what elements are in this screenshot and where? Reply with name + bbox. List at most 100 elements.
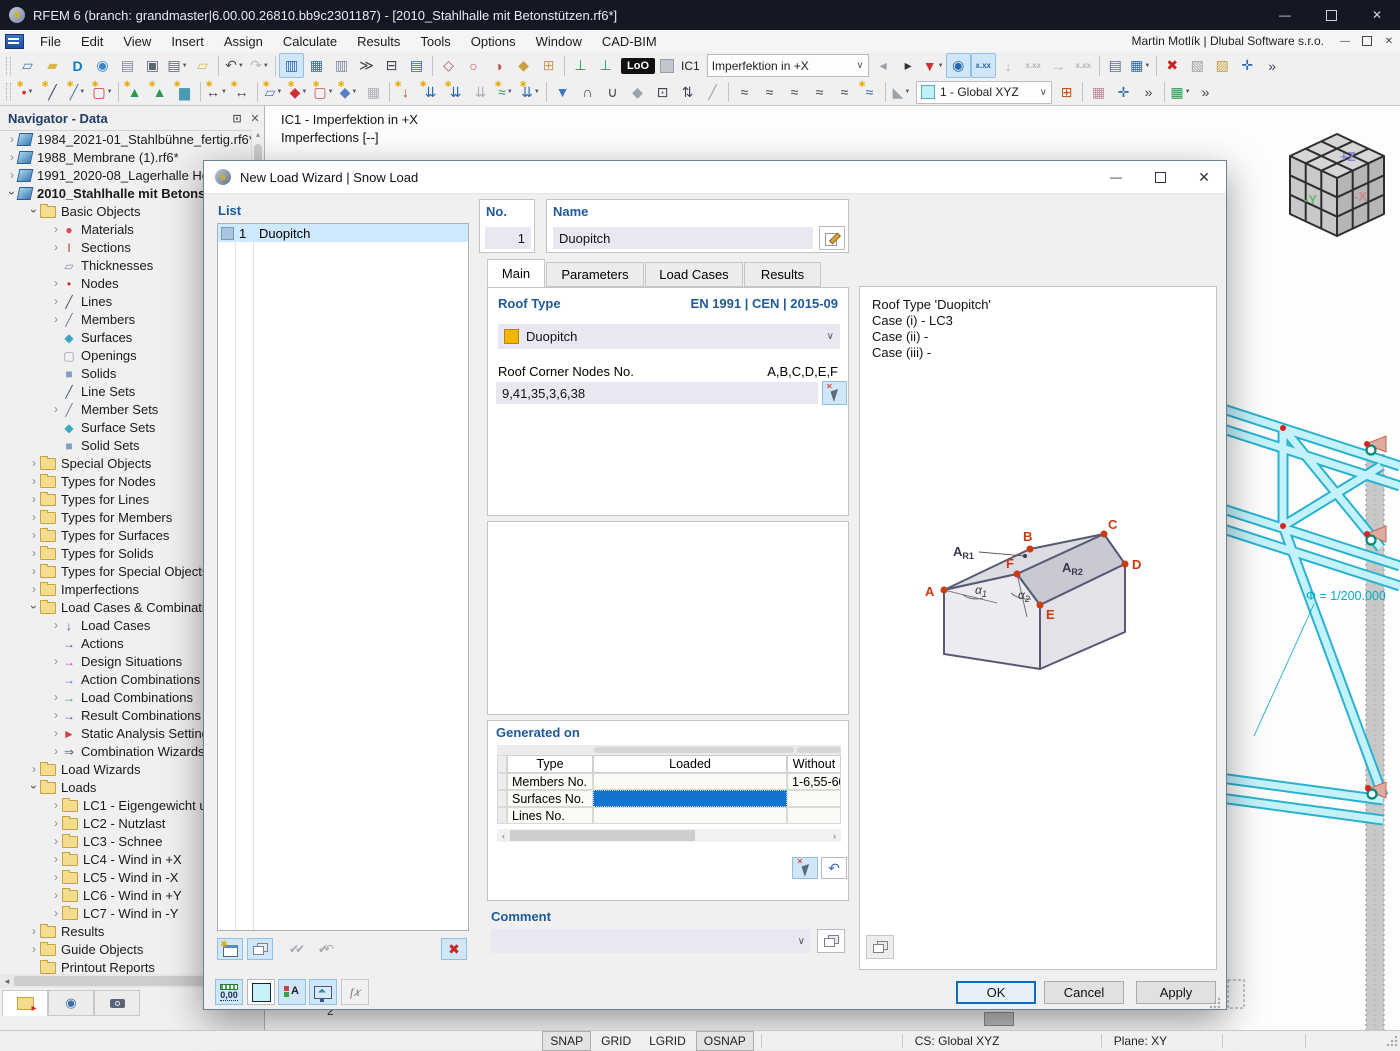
- tab-visibility-navigator[interactable]: [94, 990, 140, 1016]
- expander-icon[interactable]: ›: [50, 906, 62, 920]
- new-dimension-xx-icon[interactable]: ∗ ↔: [229, 79, 254, 105]
- expander-icon[interactable]: ›: [28, 492, 40, 506]
- expander-icon[interactable]: ›: [50, 294, 62, 308]
- table-results-icon[interactable]: ▤: [404, 53, 429, 78]
- edit-circle-icon[interactable]: ○: [461, 53, 486, 78]
- table-compact-icon[interactable]: ▥: [329, 53, 354, 78]
- new-line-icon[interactable]: ∗ ╱: [40, 79, 65, 105]
- menu-item-window[interactable]: Window: [526, 31, 592, 52]
- expander-icon[interactable]: ›: [28, 456, 40, 470]
- view-iso-icon[interactable]: ▧: [1185, 53, 1210, 78]
- imperfection-combo[interactable]: Imperfektion in +X ∨: [706, 54, 869, 77]
- diagram-5-icon[interactable]: ≈: [832, 80, 857, 105]
- cable-view-icon[interactable]: ∪: [600, 80, 625, 105]
- app-menu-icon[interactable]: [5, 33, 24, 49]
- expander-icon[interactable]: ›: [28, 762, 40, 776]
- console-icon[interactable]: ≫: [354, 53, 379, 78]
- expander-icon[interactable]: ›: [50, 222, 62, 236]
- expander-icon[interactable]: ›: [28, 546, 40, 560]
- new-imperfection-icon[interactable]: ∗ ≈ ▼: [493, 79, 518, 105]
- table-col-header-type[interactable]: Type: [507, 755, 593, 773]
- new-nodal-support-icon[interactable]: ∗ ▲: [122, 79, 147, 105]
- table-cell-without-2[interactable]: [787, 807, 841, 824]
- expander-icon[interactable]: ›: [27, 601, 41, 613]
- edit-surface-icon[interactable]: ◆: [511, 53, 536, 78]
- ok-button[interactable]: OK: [956, 981, 1036, 1004]
- roof-type-dropdown[interactable]: Duopitch ∨: [498, 324, 840, 349]
- diagram-3-icon[interactable]: ≈: [782, 80, 807, 105]
- show-load-values-icon[interactable]: x.xx: [970, 53, 996, 78]
- expander-icon[interactable]: ›: [50, 312, 62, 326]
- list-copy-button[interactable]: [247, 938, 273, 960]
- list-uncheck-button[interactable]: ✔↶: [311, 938, 337, 960]
- close-icon[interactable]: ✕: [1354, 0, 1400, 30]
- menu-item-edit[interactable]: Edit: [71, 31, 113, 52]
- menu-item-results[interactable]: Results: [347, 31, 410, 52]
- dialog-tab-parameters[interactable]: Parameters: [546, 262, 644, 287]
- next-case-icon[interactable]: ▸: [896, 53, 921, 78]
- table-col-header-without[interactable]: Without: [787, 755, 841, 773]
- dialog-tab-results[interactable]: Results: [744, 262, 821, 287]
- new-node-mesh-icon[interactable]: ∗ ◆ ▼: [286, 79, 311, 105]
- expander-icon[interactable]: ›: [28, 564, 40, 578]
- navigator-close-icon[interactable]: ✕: [246, 112, 264, 125]
- new-line-load-icon[interactable]: ∗ ⇊: [443, 79, 468, 105]
- expander-icon[interactable]: ›: [50, 744, 62, 758]
- project-manager-icon[interactable]: ▤: [115, 53, 140, 78]
- list-check-all-button[interactable]: ✔✔: [282, 938, 308, 960]
- restore-icon[interactable]: [1308, 0, 1354, 30]
- menu-item-insert[interactable]: Insert: [161, 31, 214, 52]
- overflow-3-icon[interactable]: »: [1193, 80, 1218, 105]
- dialog-minimize-icon[interactable]: —: [1094, 162, 1138, 193]
- surface-view-icon[interactable]: ◆: [625, 80, 650, 105]
- show-loads-icon[interactable]: ◉: [945, 53, 971, 78]
- expander-icon[interactable]: ›: [27, 781, 41, 793]
- table-navigator-icon[interactable]: ▥: [279, 53, 304, 78]
- preview-settings-button[interactable]: [866, 935, 894, 959]
- status-toggle-grid[interactable]: GRID: [593, 1031, 639, 1051]
- prev-case-icon[interactable]: ◂: [871, 53, 896, 78]
- expander-icon[interactable]: ›: [50, 888, 62, 902]
- new-node-icon[interactable]: ∗ • ▼: [15, 79, 40, 105]
- table-col-header-loaded[interactable]: Loaded: [593, 755, 787, 773]
- expander-icon[interactable]: ›: [50, 276, 62, 290]
- new-member-icon[interactable]: ∗ ╱ ▼: [65, 79, 90, 105]
- panel-icon[interactable]: ▦ ▼: [1168, 80, 1193, 105]
- new-dimension-icon[interactable]: ∗ ↔ ▼: [204, 79, 229, 105]
- menu-item-cad-bim[interactable]: CAD-BIM: [592, 31, 667, 52]
- new-solid-icon[interactable]: ∗ ◆ ▼: [336, 79, 361, 105]
- corner-nodes-pick-button[interactable]: [822, 381, 847, 405]
- print-graphic-icon[interactable]: ▤: [1103, 53, 1128, 78]
- expander-icon[interactable]: ›: [50, 834, 62, 848]
- menu-item-tools[interactable]: Tools: [410, 31, 460, 52]
- menu-item-assign[interactable]: Assign: [214, 31, 273, 52]
- status-toggle-lgrid[interactable]: LGRID: [641, 1031, 694, 1051]
- mdi-minimize-icon[interactable]: —: [1334, 32, 1356, 50]
- minimize-icon[interactable]: —: [1262, 0, 1308, 30]
- expander-icon[interactable]: ›: [50, 618, 62, 632]
- overflow-icon[interactable]: »: [1260, 53, 1285, 78]
- expander-icon[interactable]: ›: [27, 205, 41, 217]
- line-thin-icon[interactable]: ╱: [700, 80, 725, 105]
- open-file-icon[interactable]: ▰: [40, 53, 65, 78]
- new-member-load-icon[interactable]: ∗ ⇊: [418, 79, 443, 105]
- color-swatch-button[interactable]: [247, 979, 275, 1005]
- table-cell-loaded-0[interactable]: [593, 773, 787, 790]
- mdi-close-icon[interactable]: ✕: [1378, 32, 1400, 50]
- table-pick-button[interactable]: [792, 857, 818, 879]
- status-toggle-osnap[interactable]: OSNAP: [695, 1030, 754, 1051]
- cs-combo[interactable]: 1 - Global XYZ ∨: [916, 80, 1052, 104]
- expander-icon[interactable]: ›: [28, 528, 40, 542]
- cancel-button[interactable]: Cancel: [1044, 981, 1124, 1004]
- expander-icon[interactable]: ›: [28, 474, 40, 488]
- expander-icon[interactable]: ›: [50, 708, 62, 722]
- bim-network-icon[interactable]: ◉: [90, 53, 115, 78]
- diagram-new-icon[interactable]: ∗ ≈: [857, 79, 882, 105]
- new-nodal-load-icon[interactable]: ∗ ↓: [393, 79, 418, 105]
- tab-views-navigator[interactable]: ◉: [48, 990, 94, 1016]
- table-cell-loaded-1[interactable]: [593, 790, 787, 807]
- row-selector[interactable]: [497, 807, 507, 824]
- new-model-icon[interactable]: ▱: [15, 53, 40, 78]
- dlubal-d-icon[interactable]: D: [65, 53, 90, 78]
- list-new-button[interactable]: [217, 937, 243, 960]
